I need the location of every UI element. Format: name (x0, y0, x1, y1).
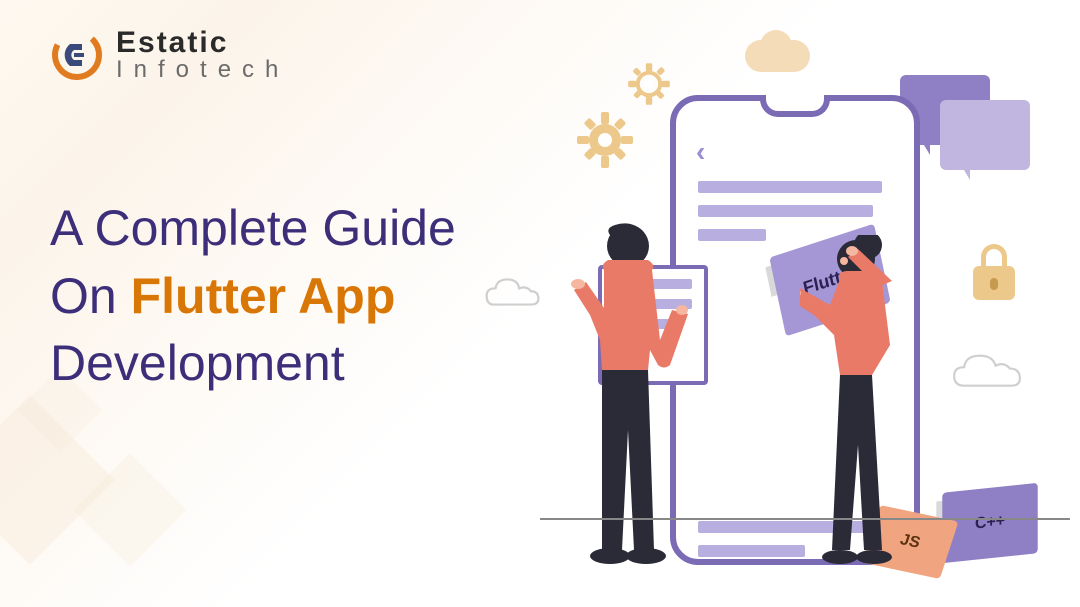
cloud-icon (475, 275, 550, 309)
cloud-icon (760, 30, 792, 62)
gear-icon (575, 110, 635, 170)
ground-line (540, 518, 1070, 520)
gear-icon (625, 60, 673, 108)
page-headline: A Complete Guide On Flutter App Developm… (50, 195, 456, 398)
tile-label: C++ (975, 512, 1005, 533)
hero-illustration: ‹ C++ JS Flutter (490, 40, 1050, 580)
brand-logo: Estatic Infotech (50, 28, 289, 82)
headline-part1: A Complete Guide (50, 200, 456, 256)
cloud-icon (942, 350, 1032, 390)
logo-line1: Estatic (116, 28, 289, 58)
logo-line2: Infotech (116, 58, 289, 82)
lock-icon (973, 240, 1015, 300)
headline-part2: On (50, 268, 131, 324)
back-caret-icon: ‹ (696, 136, 705, 168)
logo-text: Estatic Infotech (116, 28, 289, 82)
logo-mark-icon (50, 28, 104, 82)
headline-part3: Development (50, 335, 345, 391)
headline-accent: Flutter App (131, 268, 396, 324)
